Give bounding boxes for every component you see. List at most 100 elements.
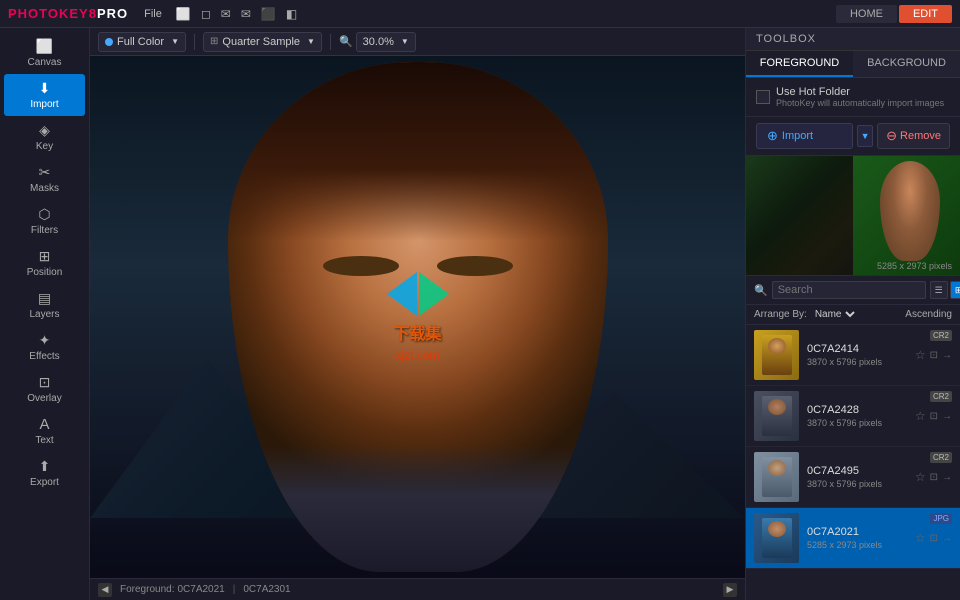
fg-dimensions: 5285 x 2973 pixels bbox=[877, 261, 952, 271]
sidebar-item-overlay[interactable]: ⊡ Overlay bbox=[0, 368, 89, 410]
hair-top bbox=[228, 62, 608, 241]
sidebar-label-canvas: Canvas bbox=[28, 57, 62, 68]
sample-control[interactable]: ⊞ Quarter Sample ▼ bbox=[203, 32, 322, 52]
watermark-arrows bbox=[387, 272, 449, 316]
sidebar-label-text: Text bbox=[35, 435, 53, 446]
topbar-icon-2[interactable]: ◻ bbox=[199, 7, 213, 21]
search-row: 🔍 ☰ ⊞ bbox=[746, 276, 960, 305]
sidebar-label-overlay: Overlay bbox=[27, 393, 61, 404]
masks-icon: ✂ bbox=[39, 164, 51, 181]
file-action-next-1[interactable]: → bbox=[942, 411, 952, 422]
file-item[interactable]: 0C7A2428 3870 x 5796 pixels ☆ ⊡ → CR2 bbox=[746, 386, 960, 447]
arrange-row: Arrange By: Name Ascending bbox=[746, 305, 960, 325]
file-list: 0C7A2414 3870 x 5796 pixels ☆ ⊡ → CR2 0C… bbox=[746, 325, 960, 600]
file-action-preview-3[interactable]: ⊡ bbox=[930, 533, 938, 544]
sidebar-item-text[interactable]: A Text bbox=[0, 410, 89, 452]
nav-home[interactable]: HOME bbox=[836, 5, 897, 23]
file-info-2: 0C7A2495 3870 x 5796 pixels bbox=[799, 465, 915, 489]
sidebar-item-layers[interactable]: ▤ Layers bbox=[0, 284, 89, 326]
menu-bar: File bbox=[144, 8, 162, 20]
position-icon: ⊞ bbox=[39, 248, 51, 265]
color-mode-control[interactable]: Full Color ▼ bbox=[98, 32, 186, 52]
sidebar-item-effects[interactable]: ✦ Effects bbox=[0, 326, 89, 368]
sidebar-item-export[interactable]: ⬆ Export bbox=[0, 452, 89, 494]
file-name-1: 0C7A2428 bbox=[807, 404, 915, 416]
filters-icon: ⬡ bbox=[38, 206, 50, 223]
search-input[interactable] bbox=[772, 281, 926, 299]
status-btn-right[interactable]: ▶ bbox=[723, 583, 737, 597]
canvas-person: 下载集 xjzt.com bbox=[90, 56, 745, 578]
import-remove-row: ⊕ Import ▼ ⊖ Remove bbox=[746, 117, 960, 156]
effects-icon: ✦ bbox=[39, 332, 51, 349]
file-item[interactable]: 0C7A2021 5285 x 2973 pixels ☆ ⊡ → JPG bbox=[746, 508, 960, 569]
sidebar-item-import[interactable]: ⬇ Import bbox=[4, 74, 85, 116]
sidebar-item-key[interactable]: ◈ Key bbox=[0, 116, 89, 158]
remove-button[interactable]: ⊖ Remove bbox=[877, 123, 950, 149]
file-action-next-3[interactable]: → bbox=[942, 533, 952, 544]
watermark-sub: xjzt.com bbox=[395, 348, 439, 362]
hot-folder-info: Use Hot Folder PhotoKey will automatical… bbox=[776, 86, 944, 108]
arrange-order: Ascending bbox=[905, 309, 952, 320]
arrange-by-label: Arrange By: bbox=[754, 309, 807, 320]
hot-folder-sub: PhotoKey will automatically import image… bbox=[776, 98, 944, 108]
file-action-next-0[interactable]: → bbox=[942, 350, 952, 361]
hot-folder-title: Use Hot Folder bbox=[776, 86, 944, 98]
sidebar-label-export: Export bbox=[30, 477, 59, 488]
file-badge-0: CR2 bbox=[930, 330, 952, 341]
sidebar-item-canvas[interactable]: ⬜ Canvas bbox=[0, 32, 89, 74]
file-action-preview-0[interactable]: ⊡ bbox=[930, 350, 938, 361]
background-value: 0C7A2301 bbox=[243, 584, 290, 595]
menu-file[interactable]: File bbox=[144, 8, 162, 20]
sidebar-label-layers: Layers bbox=[29, 309, 59, 320]
foreground-status: Foreground: 0C7A2021 bbox=[120, 584, 225, 595]
sidebar-label-import: Import bbox=[30, 99, 58, 110]
file-star-1[interactable]: ☆ bbox=[915, 409, 926, 423]
tab-background[interactable]: BACKGROUND bbox=[853, 51, 960, 77]
key-icon: ◈ bbox=[39, 122, 50, 139]
import-button[interactable]: ⊕ Import bbox=[756, 123, 853, 149]
toolbar: Full Color ▼ ⊞ Quarter Sample ▼ 🔍 30.0% … bbox=[90, 28, 745, 56]
tab-foreground[interactable]: FOREGROUND bbox=[746, 51, 853, 77]
sidebar-item-masks[interactable]: ✂ Masks bbox=[0, 158, 89, 200]
arrange-field-select[interactable]: Name bbox=[811, 308, 858, 321]
view-grid-btn[interactable]: ⊞ bbox=[950, 281, 960, 299]
topbar-icon-4[interactable]: ✉ bbox=[239, 7, 253, 21]
topbar-icon-6[interactable]: ◧ bbox=[284, 7, 299, 21]
sidebar-item-position[interactable]: ⊞ Position bbox=[0, 242, 89, 284]
file-item[interactable]: 0C7A2414 3870 x 5796 pixels ☆ ⊡ → CR2 bbox=[746, 325, 960, 386]
sidebar-label-filters: Filters bbox=[31, 225, 58, 236]
nav-edit[interactable]: EDIT bbox=[899, 5, 952, 23]
hot-folder-checkbox[interactable] bbox=[756, 90, 770, 104]
watermark-text: 下载集 bbox=[393, 320, 441, 344]
view-toggle: ☰ ⊞ bbox=[930, 281, 960, 299]
color-mode-label: Full Color bbox=[117, 36, 164, 48]
sidebar: ⬜ Canvas ⬇ Import ◈ Key ✂ Masks ⬡ Filter… bbox=[0, 28, 90, 600]
file-action-next-2[interactable]: → bbox=[942, 472, 952, 483]
file-item[interactable]: 0C7A2495 3870 x 5796 pixels ☆ ⊡ → CR2 bbox=[746, 447, 960, 508]
topbar-icon-3[interactable]: ✉ bbox=[219, 7, 233, 21]
file-star-2[interactable]: ☆ bbox=[915, 470, 926, 484]
foreground-value: 0C7A2021 bbox=[177, 584, 224, 595]
file-badge-3: JPG bbox=[930, 513, 952, 524]
file-action-preview-2[interactable]: ⊡ bbox=[930, 472, 938, 483]
view-list-btn[interactable]: ☰ bbox=[930, 281, 948, 299]
statusbar: ◀ Foreground: 0C7A2021 | 0C7A2301 ▶ bbox=[90, 578, 745, 600]
file-actions-3: ☆ ⊡ → bbox=[915, 531, 952, 545]
zoom-value[interactable]: 30.0% ▼ bbox=[356, 32, 416, 52]
file-star-0[interactable]: ☆ bbox=[915, 348, 926, 362]
file-action-preview-1[interactable]: ⊡ bbox=[930, 411, 938, 422]
status-btn-left[interactable]: ◀ bbox=[98, 583, 112, 597]
zoom-arrow: ▼ bbox=[401, 37, 409, 46]
file-thumb-0 bbox=[754, 330, 799, 380]
import-dropdown-arrow[interactable]: ▼ bbox=[857, 125, 873, 147]
sidebar-label-masks: Masks bbox=[30, 183, 59, 194]
file-name-2: 0C7A2495 bbox=[807, 465, 915, 477]
file-star-3[interactable]: ☆ bbox=[915, 531, 926, 545]
topbar-icon-5[interactable]: ⬛ bbox=[259, 7, 278, 21]
topbar-icon-1[interactable]: ⬜ bbox=[174, 7, 193, 21]
color-mode-dot bbox=[105, 38, 113, 46]
canvas-icon: ⬜ bbox=[36, 38, 53, 55]
sidebar-item-filters[interactable]: ⬡ Filters bbox=[0, 200, 89, 242]
canvas-wrap: Full Color ▼ ⊞ Quarter Sample ▼ 🔍 30.0% … bbox=[90, 28, 745, 600]
foreground-preview: 5285 x 2973 pixels bbox=[746, 156, 960, 276]
